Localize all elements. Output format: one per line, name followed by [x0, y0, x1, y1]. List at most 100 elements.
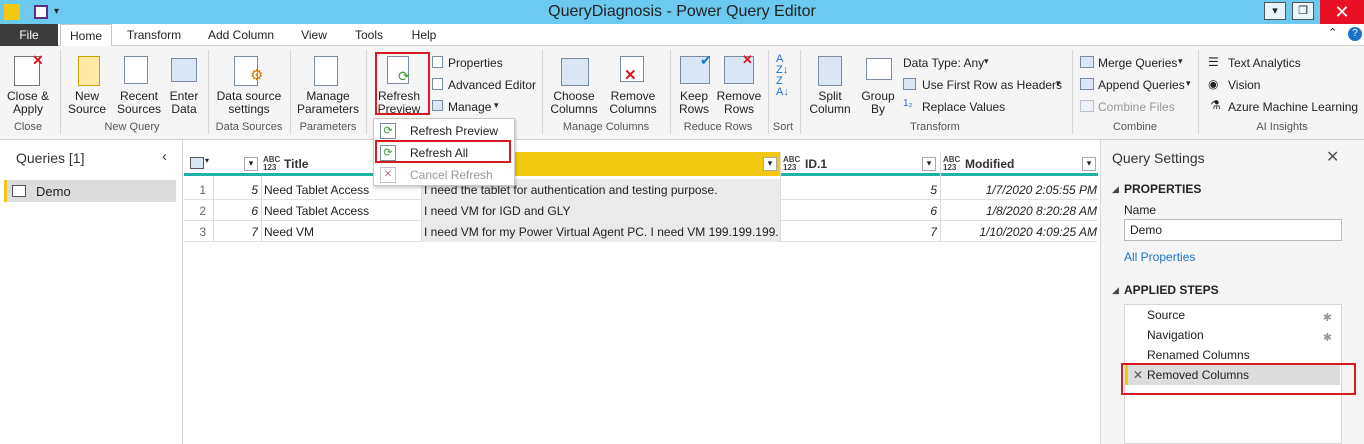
column-header-id1[interactable]: ID.1	[805, 152, 827, 176]
data-type-dropdown[interactable]: Data Type: Any	[903, 56, 984, 70]
gear-icon: ⚙	[250, 67, 264, 84]
modified-type-icon[interactable]: ABC 123	[943, 156, 960, 172]
tab-file[interactable]: File	[0, 24, 58, 46]
vision-icon: ◉	[1208, 77, 1219, 91]
name-label: Name	[1124, 203, 1157, 217]
properties-collapse-icon[interactable]: ◢	[1112, 184, 1119, 195]
sort-ascending-icon[interactable]: A Z↓	[776, 54, 788, 76]
query-item-demo[interactable]	[4, 180, 176, 202]
group-data-sources-label: Data Sources	[215, 121, 283, 133]
cell-id1[interactable]: 5	[782, 180, 937, 200]
cell-description[interactable]: I need VM for my Power Virtual Agent PC.…	[424, 222, 778, 242]
cell-modified[interactable]: 1/7/2020 2:05:55 PM	[942, 180, 1097, 200]
id-column-filter-icon[interactable]: ▾	[244, 157, 258, 171]
append-queries-button[interactable]: Append Queries	[1098, 78, 1185, 92]
cell-id1[interactable]: 7	[782, 222, 937, 242]
group-sort-label: Sort	[772, 121, 794, 133]
all-properties-link[interactable]: All Properties	[1124, 250, 1195, 264]
cell-title[interactable]: Need VM	[264, 222, 418, 242]
restore-button[interactable]: ❐	[1292, 2, 1314, 20]
column-header-title[interactable]: Title	[284, 152, 308, 176]
refresh-preview-highlight	[375, 52, 430, 115]
close-settings-icon[interactable]: ✕	[1326, 147, 1339, 167]
row-number: 1	[199, 183, 206, 197]
append-dropdown-icon: ▾	[1186, 78, 1191, 88]
properties-button[interactable]: Properties	[448, 56, 503, 70]
query-item-label: Demo	[36, 184, 71, 199]
replace-values-button[interactable]: Replace Values	[922, 100, 1005, 114]
azure-ml-button[interactable]: Azure Machine Learning	[1228, 100, 1358, 114]
ribbon-separator	[542, 50, 543, 134]
group-by-button[interactable]: Group By	[858, 90, 898, 116]
tab-tools[interactable]: Tools	[348, 24, 390, 46]
row-number: 3	[199, 225, 206, 239]
text-analytics-icon: ☰	[1208, 55, 1219, 69]
step-navigation[interactable]: Navigation ✱	[1125, 325, 1340, 345]
cell-id[interactable]: 5	[214, 180, 258, 200]
table-menu-icon[interactable]	[190, 157, 204, 169]
grid-line	[261, 176, 262, 242]
step-renamed-columns[interactable]: Renamed Columns	[1125, 345, 1340, 365]
choose-columns-button[interactable]: Choose Columns	[546, 90, 602, 116]
tab-home[interactable]: Home	[60, 24, 112, 47]
cell-id[interactable]: 7	[214, 222, 258, 242]
step-label: Renamed Columns	[1147, 348, 1250, 362]
advanced-editor-button[interactable]: Advanced Editor	[448, 78, 536, 92]
recent-sources-button[interactable]: Recent Sources	[112, 90, 166, 116]
close-apply-button[interactable]: Close & Apply	[4, 90, 52, 116]
remove-columns-button[interactable]: Remove Columns	[604, 90, 662, 116]
replace-values-icon: 1₂	[903, 98, 913, 109]
id1-column-filter-icon[interactable]: ▾	[922, 157, 936, 171]
enter-data-button[interactable]: Enter Data	[166, 90, 202, 116]
new-source-icon	[78, 56, 100, 86]
manage-parameters-button[interactable]: Manage Parameters	[294, 90, 362, 116]
use-first-row-button[interactable]: Use First Row as Headers	[922, 78, 1062, 92]
cell-id1[interactable]: 6	[782, 201, 937, 221]
remove-rows-button[interactable]: Remove Rows	[716, 90, 762, 116]
applied-steps-collapse-icon[interactable]: ◢	[1112, 285, 1119, 296]
close-window-button[interactable]: ✕	[1320, 0, 1364, 24]
tab-add-column[interactable]: Add Column	[200, 24, 282, 46]
removed-columns-highlight	[1121, 363, 1356, 395]
tab-help[interactable]: Help	[406, 24, 442, 46]
sort-descending-icon[interactable]: Z A↓	[776, 76, 789, 98]
cell-modified[interactable]: 1/10/2020 4:09:25 AM	[942, 222, 1097, 242]
manage-button[interactable]: Manage	[448, 100, 491, 114]
new-source-button[interactable]: New Source	[62, 90, 112, 116]
menu-item-refresh-preview[interactable]: ⟳ Refresh Preview	[374, 120, 514, 142]
vision-button[interactable]: Vision	[1228, 78, 1260, 92]
use-first-row-icon	[903, 78, 916, 90]
step-source[interactable]: Source ✱	[1125, 305, 1340, 325]
split-column-button[interactable]: Split Column	[804, 90, 856, 116]
title-type-icon[interactable]: ABC 123	[263, 156, 280, 172]
tab-transform[interactable]: Transform	[118, 24, 190, 46]
column-header-modified[interactable]: Modified	[965, 152, 1014, 176]
merge-queries-button[interactable]: Merge Queries	[1098, 56, 1177, 70]
properties-section-title: PROPERTIES	[1124, 182, 1202, 196]
group-manage-columns-label: Manage Columns	[562, 121, 650, 133]
cell-id[interactable]: 6	[214, 201, 258, 221]
id1-type-icon[interactable]: ABC 123	[783, 156, 800, 172]
ribbon-collapse-icon[interactable]: ⌃	[1328, 26, 1337, 39]
text-analytics-button[interactable]: Text Analytics	[1228, 56, 1301, 70]
tab-view[interactable]: View	[296, 24, 332, 46]
ribbon-separator	[60, 50, 61, 134]
name-field-value: Demo	[1130, 223, 1163, 237]
modified-column-filter-icon[interactable]: ▾	[1082, 157, 1096, 171]
type-label: 123	[943, 163, 957, 172]
keep-rows-button[interactable]: Keep Rows	[672, 90, 716, 116]
menu-item-cancel-refresh: ✕ Cancel Refresh	[374, 164, 514, 186]
combine-files-button: Combine Files	[1098, 100, 1175, 114]
help-icon[interactable]: ?	[1348, 27, 1362, 41]
grid-line	[940, 152, 941, 242]
remove-x-icon: ✕	[624, 67, 637, 84]
group-parameters-label: Parameters	[299, 121, 357, 133]
ribbon-separator	[670, 50, 671, 134]
collapse-icon[interactable]: ▾	[1264, 2, 1286, 20]
selected-column-filter-icon[interactable]: ▾	[763, 157, 777, 171]
cell-description[interactable]: I need VM for IGD and GLY	[424, 201, 778, 221]
collapse-pane-icon[interactable]: ‹	[162, 148, 167, 165]
data-source-settings-button[interactable]: Data source settings	[212, 90, 286, 116]
cell-modified[interactable]: 1/8/2020 8:20:28 AM	[942, 201, 1097, 221]
cell-title[interactable]: Need Tablet Access	[264, 201, 418, 221]
